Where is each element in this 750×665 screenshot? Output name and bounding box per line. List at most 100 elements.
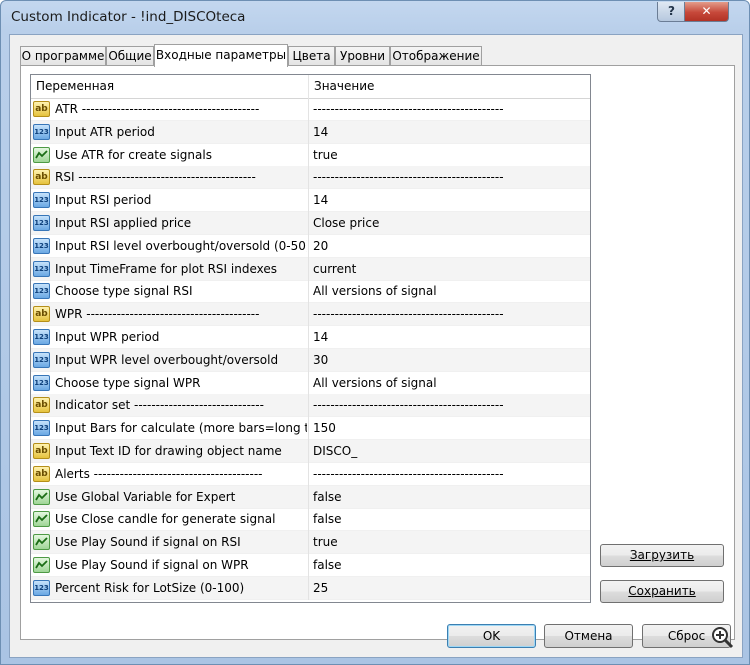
param-name: Input Text ID for drawing object name — [55, 444, 282, 458]
param-value[interactable]: 14 — [313, 189, 585, 211]
param-value[interactable]: ----------------------------------------… — [313, 98, 585, 120]
save-button[interactable]: Сохранить — [600, 580, 724, 603]
param-name: Indicator set --------------------------… — [55, 398, 264, 413]
column-divider — [308, 371, 309, 395]
column-header-variable[interactable]: Переменная — [31, 75, 309, 98]
column-divider — [308, 440, 309, 463]
table-row[interactable]: 123 Input ATR period 14 — [31, 120, 590, 144]
parameters-grid: Переменная Значение ab ATR --------------… — [30, 74, 591, 603]
table-row[interactable]: Use Global Variable for Expert false — [31, 485, 590, 509]
table-row[interactable]: Use Play Sound if signal on RSI true — [31, 531, 590, 555]
param-name: Input RSI applied price — [55, 216, 192, 230]
param-value[interactable]: current — [313, 258, 585, 280]
param-value[interactable]: true — [313, 531, 585, 553]
table-row[interactable]: 123 Input RSI applied price Close price — [31, 212, 590, 235]
cancel-button[interactable]: Отмена — [544, 624, 633, 648]
column-divider — [308, 576, 309, 600]
param-name: Use Play Sound if signal on RSI — [55, 535, 241, 550]
table-row[interactable]: 123 Input Bars for calculate (more bars=l… — [31, 417, 590, 441]
numeric-param-icon: 123 — [33, 351, 50, 368]
tab-inputs[interactable]: Входные параметры — [154, 44, 288, 67]
column-divider — [308, 554, 309, 577]
string-param-icon: ab — [33, 306, 50, 323]
param-value[interactable]: ----------------------------------------… — [313, 394, 585, 416]
table-row[interactable]: 123 Input RSI period 14 — [31, 189, 590, 213]
numeric-param-icon: 123 — [33, 579, 50, 596]
boolean-param-icon — [33, 534, 50, 551]
tab-common[interactable]: Общие — [106, 46, 154, 65]
table-row[interactable]: ab WPR ----------------------------------… — [31, 303, 590, 327]
column-divider — [308, 417, 309, 441]
table-row[interactable]: Use ATR for create signals true — [31, 143, 590, 167]
param-value[interactable]: true — [313, 144, 585, 166]
table-row[interactable]: 123 Percent Risk for LotSize (0-100) 25 — [31, 576, 590, 600]
tab-levels[interactable]: Уровни — [335, 46, 390, 65]
param-value[interactable]: false — [313, 486, 585, 508]
column-divider — [308, 348, 309, 372]
param-name: Input WPR period — [55, 330, 160, 344]
table-row[interactable]: 123 Choose type signal RSI All versions of… — [31, 280, 590, 304]
column-divider — [308, 166, 309, 190]
param-value[interactable]: All versions of signal — [313, 372, 585, 394]
table-row[interactable]: ab Input Text ID for drawing object name D… — [31, 440, 590, 463]
table-row[interactable]: ab Indicator set ------------------------… — [31, 394, 590, 418]
title-bar[interactable]: Custom Indicator - !ind_DISCOteca ? ✕ — [1, 1, 749, 35]
numeric-param-icon: 123 — [33, 192, 50, 209]
column-divider — [308, 234, 309, 258]
column-divider — [308, 280, 309, 304]
column-header-value[interactable]: Значение — [309, 75, 590, 98]
column-divider — [308, 212, 309, 235]
param-value[interactable]: 30 — [313, 349, 585, 371]
column-divider — [308, 120, 309, 144]
param-value[interactable]: 20 — [313, 235, 585, 257]
dialog-client-area: О программе Общие Входные параметры Цвет… — [9, 34, 743, 658]
help-button[interactable]: ? — [657, 2, 686, 22]
column-divider — [308, 98, 309, 121]
table-row[interactable]: 123 Choose type signal WPR All versions of… — [31, 371, 590, 395]
tab-display[interactable]: Отображение — [390, 46, 482, 65]
param-name: Use Global Variable for Expert — [55, 489, 236, 504]
table-row[interactable]: 123 Input WPR level overbought/oversold 30 — [31, 348, 590, 372]
load-button[interactable]: Загрузить — [600, 544, 724, 567]
table-row[interactable]: ab RSI ----------------------------------… — [31, 166, 590, 190]
param-value[interactable]: DISCO_ — [313, 440, 585, 462]
column-divider — [308, 326, 309, 349]
param-name: Choose type signal RSI — [55, 284, 193, 299]
column-divider — [308, 531, 309, 555]
table-row[interactable]: 123 Input WPR period 14 — [31, 326, 590, 349]
table-row[interactable]: ab ATR ----------------------------------… — [31, 98, 590, 121]
param-value[interactable]: ----------------------------------------… — [313, 303, 585, 325]
table-row[interactable]: 123 Input TimeFrame for plot RSI indexes c… — [31, 257, 590, 281]
ok-button[interactable]: OK — [447, 624, 536, 648]
param-value[interactable]: 150 — [313, 417, 585, 439]
boolean-param-icon — [33, 146, 50, 163]
table-row[interactable]: Use Close candle for generate signal fals… — [31, 508, 590, 532]
numeric-param-icon: 123 — [33, 123, 50, 140]
param-value[interactable]: All versions of signal — [313, 280, 585, 302]
param-value[interactable]: 14 — [313, 121, 585, 143]
string-param-icon: ab — [33, 101, 50, 117]
param-value[interactable]: 14 — [313, 326, 585, 348]
table-row[interactable]: Use Play Sound if signal on WPR false — [31, 554, 590, 577]
param-value[interactable]: false — [313, 508, 585, 530]
param-value[interactable]: ----------------------------------------… — [313, 463, 585, 485]
column-divider — [308, 508, 309, 532]
param-name: Choose type signal WPR — [55, 375, 201, 390]
zoom-icon[interactable] — [710, 625, 734, 649]
tab-about[interactable]: О программе — [20, 46, 106, 65]
param-name: Input WPR level overbought/oversold — [55, 352, 279, 367]
param-value[interactable]: ----------------------------------------… — [313, 166, 585, 188]
param-name: WPR ------------------------------------… — [55, 307, 260, 322]
close-button[interactable]: ✕ — [684, 2, 729, 22]
tab-colors[interactable]: Цвета — [288, 46, 335, 65]
param-name: Alerts ---------------------------------… — [55, 466, 263, 481]
boolean-param-icon — [33, 557, 50, 573]
numeric-param-icon: 123 — [33, 374, 50, 391]
param-value[interactable]: 25 — [313, 577, 585, 599]
param-value[interactable]: false — [313, 554, 585, 576]
table-row[interactable]: ab Alerts -------------------------------… — [31, 462, 590, 486]
dialog-window: Custom Indicator - !ind_DISCOteca ? ✕ О … — [0, 0, 750, 665]
param-name: Input Bars for calculate (more bars=long… — [55, 421, 307, 436]
table-row[interactable]: 123 Input RSI level overbought/oversold (… — [31, 234, 590, 258]
param-value[interactable]: Close price — [313, 212, 585, 234]
